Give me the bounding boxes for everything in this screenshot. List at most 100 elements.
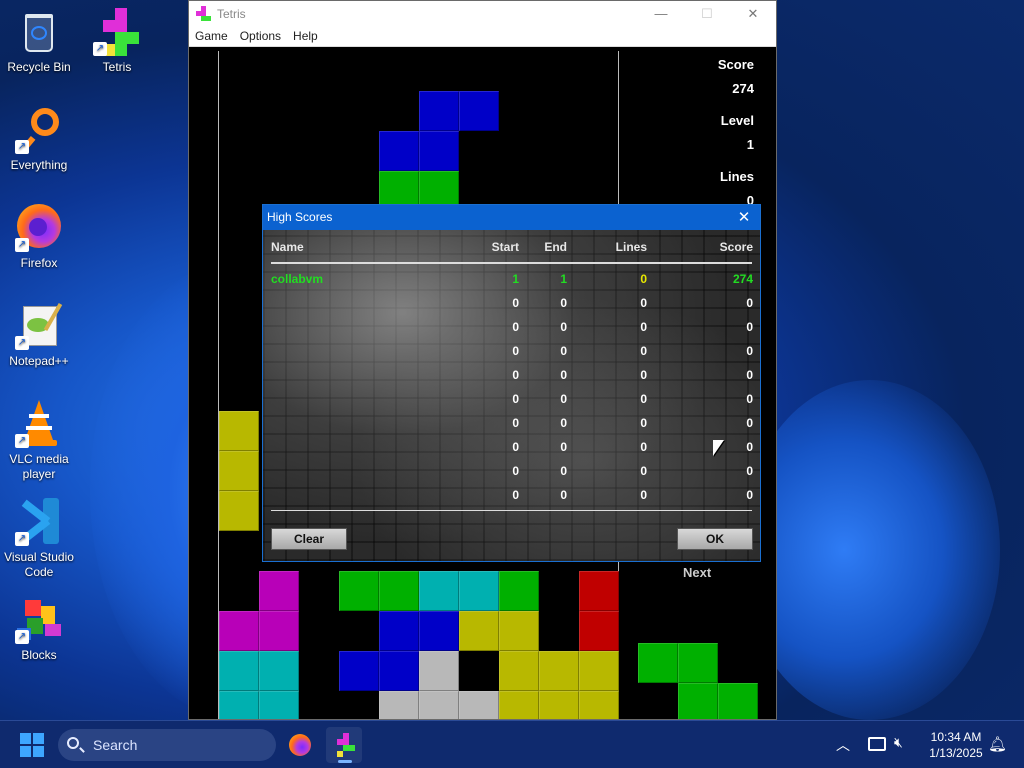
- desktop-icon-tetris[interactable]: ↗ Tetris: [78, 8, 156, 75]
- cell-end: 0: [560, 320, 567, 334]
- shortcut-arrow-icon: ↗: [15, 532, 29, 546]
- firefox-icon: [289, 734, 311, 756]
- window-title: Tetris: [217, 7, 246, 21]
- cell-end: 0: [560, 392, 567, 406]
- table-row: 0 0 0 0: [271, 438, 753, 458]
- desktop-icon-label: Everything: [10, 158, 68, 172]
- chevron-up-icon[interactable]: ︿: [836, 735, 850, 755]
- tetris-block: [579, 611, 619, 651]
- volume-muted-icon[interactable]: 🔇︎: [894, 734, 903, 751]
- cell-end: 0: [560, 416, 567, 430]
- tetris-block: [379, 651, 419, 691]
- desktop-icon-blocks[interactable]: ↗ Blocks: [0, 596, 78, 663]
- maximize-button[interactable]: ☐: [684, 1, 730, 27]
- tetris-block: [379, 691, 419, 719]
- desktop-icon-everything[interactable]: ↗ Everything: [0, 106, 78, 173]
- cell-lines: 0: [640, 344, 647, 358]
- high-scores-dialog: High Scores ✕ Name Start End Lines Score…: [262, 204, 761, 562]
- cell-start: 0: [512, 488, 519, 502]
- desktop-icon-label: Visual Studio Code: [4, 550, 74, 579]
- cell-score: 274: [732, 272, 753, 286]
- taskbar-firefox[interactable]: [282, 727, 318, 763]
- search-placeholder: Search: [93, 737, 138, 753]
- column-score: Score: [719, 240, 753, 254]
- menu-options[interactable]: Options: [234, 27, 287, 46]
- vlc-icon: ↗: [15, 400, 63, 448]
- window-titlebar[interactable]: Tetris — ☐ ✕: [189, 1, 776, 27]
- vscode-icon: ↗: [15, 498, 63, 546]
- desktop-icon-vlc[interactable]: ↗ VLC media player: [0, 400, 78, 482]
- tetris-block: [339, 571, 379, 611]
- dialog-close-icon[interactable]: ✕: [734, 205, 754, 230]
- clock-date: 1/13/2025: [929, 746, 983, 760]
- cell-start: 1: [512, 272, 519, 286]
- high-scores-body: Name Start End Lines Score collabvm 1 1 0 27…: [263, 230, 760, 561]
- taskbar-search[interactable]: Search: [58, 729, 276, 761]
- score-value: 274: [732, 81, 754, 96]
- desktop-icon-label: VLC media player: [9, 452, 69, 481]
- desktop-icon-recycle-bin[interactable]: Recycle Bin: [0, 8, 78, 75]
- cell-start: 0: [512, 440, 519, 454]
- cell-start: 0: [512, 392, 519, 406]
- cell-lines: 0: [640, 392, 647, 406]
- shortcut-arrow-icon: ↗: [93, 42, 107, 56]
- tetris-block: [579, 691, 619, 719]
- tetris-block: [419, 131, 459, 171]
- firefox-icon: ↗: [15, 204, 63, 252]
- table-row: 0 0 0 0: [271, 294, 753, 314]
- tetris-block: [379, 611, 419, 651]
- tetris-block: [678, 683, 718, 719]
- tetris-block: [459, 571, 499, 611]
- menu-game[interactable]: Game: [189, 27, 234, 46]
- score-label: Score: [717, 57, 754, 72]
- cell-score: 0: [746, 296, 753, 310]
- taskbar-clock[interactable]: 10:34 AM 1/13/2025: [916, 729, 996, 761]
- tetris-block: [499, 571, 539, 611]
- tetris-block: [459, 611, 499, 651]
- everything-search-icon: ↗: [15, 106, 63, 154]
- table-row: collabvm 1 1 0 274: [271, 270, 753, 290]
- desktop-icon-vscode[interactable]: ↗ Visual Studio Code: [0, 498, 78, 580]
- cell-end: 0: [560, 344, 567, 358]
- desktop-icon-firefox[interactable]: ↗ Firefox: [0, 204, 78, 271]
- start-button[interactable]: [20, 733, 44, 757]
- cell-end: 0: [560, 368, 567, 382]
- notification-bell-icon[interactable]: 🔔︎: [988, 735, 1007, 753]
- menu-help[interactable]: Help: [287, 27, 324, 46]
- cell-lines: 0: [640, 440, 647, 454]
- dialog-titlebar[interactable]: High Scores ✕: [263, 205, 760, 230]
- tetris-block: [419, 651, 459, 691]
- shortcut-arrow-icon: ↗: [15, 336, 29, 350]
- cell-score: 0: [746, 464, 753, 478]
- shortcut-arrow-icon: ↗: [15, 238, 29, 252]
- footer-divider: [271, 510, 752, 511]
- tetris-block: [219, 491, 259, 531]
- tetris-block: [219, 651, 259, 691]
- tetris-block: [638, 643, 678, 683]
- network-icon[interactable]: [868, 737, 886, 751]
- taskbar-tetris[interactable]: [326, 727, 362, 763]
- tetris-block: [499, 611, 539, 651]
- clear-button[interactable]: Clear: [271, 528, 347, 550]
- desktop-icon-notepadpp[interactable]: ↗ Notepad++: [0, 302, 78, 369]
- table-row: 0 0 0 0: [271, 366, 753, 386]
- cell-start: 0: [512, 344, 519, 358]
- level-value: 1: [746, 137, 754, 152]
- tetris-block: [539, 691, 579, 719]
- cell-lines: 0: [640, 464, 647, 478]
- cell-start: 0: [512, 368, 519, 382]
- header-divider: [271, 262, 752, 264]
- tetris-block: [419, 691, 459, 719]
- column-name: Name: [271, 240, 304, 254]
- minimize-button[interactable]: —: [638, 1, 684, 27]
- close-button[interactable]: ✕: [730, 1, 776, 27]
- cell-score: 0: [746, 392, 753, 406]
- cell-lines: 0: [640, 488, 647, 502]
- table-row: 0 0 0 0: [271, 414, 753, 434]
- cell-start: 0: [512, 320, 519, 334]
- tetris-block: [499, 691, 539, 719]
- tetris-block: [678, 643, 718, 683]
- cell-lines: 0: [640, 272, 647, 286]
- tetris-block: [579, 651, 619, 691]
- ok-button[interactable]: OK: [677, 528, 753, 550]
